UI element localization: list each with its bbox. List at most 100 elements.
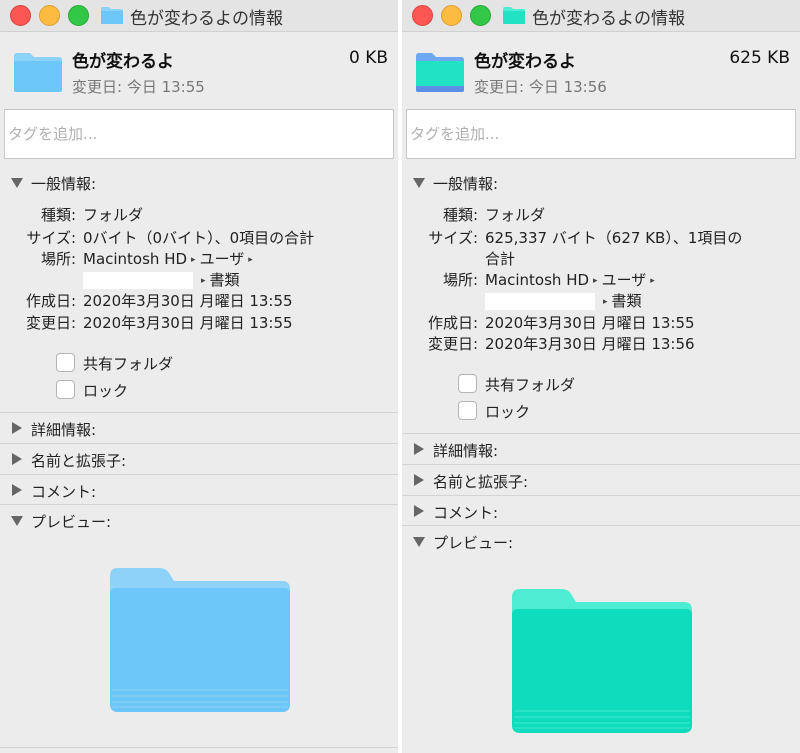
disclosure-down-icon[interactable] bbox=[11, 516, 23, 526]
info-window-right: 色が変わるよの情報 色が変わるよ 625 KB 変更日: 今日 13:56 一般… bbox=[402, 0, 800, 753]
lock-label[interactable]: ロック bbox=[83, 380, 128, 401]
disclosure-down-icon[interactable] bbox=[413, 178, 425, 188]
file-name: 色が変わるよ bbox=[474, 52, 576, 72]
folder-preview-icon bbox=[110, 568, 290, 712]
section-preview[interactable]: プレビュー: bbox=[0, 509, 398, 537]
disclosure-right-icon[interactable] bbox=[414, 505, 424, 517]
section-general[interactable]: 一般情報: bbox=[0, 171, 398, 199]
window-title: 色が変わるよの情報 bbox=[532, 9, 685, 29]
zoom-button[interactable] bbox=[470, 5, 491, 26]
disclosure-down-icon[interactable] bbox=[413, 537, 425, 547]
path-arrow-icon: ▸ bbox=[603, 296, 608, 307]
info-window-left: 色が変わるよの情報 色が変わるよ 0 KB 変更日: 今日 13:55 一般情報… bbox=[0, 0, 398, 753]
location-path-line2: ▸ 書類 bbox=[83, 269, 240, 290]
folder-icon-body bbox=[101, 11, 123, 24]
disclosure-right-icon[interactable] bbox=[12, 453, 22, 465]
divider bbox=[402, 495, 800, 496]
path-arrow-icon: ▸ bbox=[650, 275, 655, 286]
section-general-label: 一般情報: bbox=[433, 175, 499, 193]
path-arrow-icon: ▸ bbox=[593, 275, 598, 286]
kind-value: フォルダ bbox=[485, 206, 546, 224]
created-value: 2020年3月30日 月曜日 13:55 bbox=[485, 314, 695, 332]
section-general[interactable]: 一般情報: bbox=[402, 171, 800, 199]
size-label: サイズ: bbox=[26, 229, 76, 247]
title-bar[interactable]: 色が変わるよの情報 bbox=[402, 0, 800, 32]
file-modified-date: 変更日: 今日 13:55 bbox=[72, 78, 205, 96]
divider bbox=[0, 747, 398, 748]
section-name-extension[interactable]: 名前と拡張子: bbox=[0, 448, 398, 476]
created-value: 2020年3月30日 月曜日 13:55 bbox=[83, 292, 293, 310]
title-bar[interactable]: 色が変わるよの情報 bbox=[0, 0, 398, 32]
folder-icon bbox=[503, 7, 525, 24]
minimize-button[interactable] bbox=[39, 5, 60, 26]
disclosure-right-icon[interactable] bbox=[12, 422, 22, 434]
shared-folder-checkbox[interactable] bbox=[458, 374, 477, 393]
section-comments[interactable]: コメント: bbox=[0, 479, 398, 507]
zoom-button[interactable] bbox=[68, 5, 89, 26]
file-size: 625 KB bbox=[729, 48, 790, 68]
folder-preview-icon bbox=[512, 589, 692, 733]
modified-value: 2020年3月30日 月曜日 13:55 bbox=[83, 314, 293, 332]
shared-folder-label[interactable]: 共有フォルダ bbox=[485, 374, 575, 395]
close-button[interactable] bbox=[10, 5, 31, 26]
divider bbox=[402, 525, 800, 526]
file-name: 色が変わるよ bbox=[72, 52, 174, 72]
tags-input[interactable] bbox=[4, 109, 394, 159]
minimize-button[interactable] bbox=[441, 5, 462, 26]
divider bbox=[0, 412, 398, 413]
modified-value: 2020年3月30日 月曜日 13:56 bbox=[485, 335, 695, 353]
created-label: 作成日: bbox=[427, 314, 478, 332]
preview-folder-front bbox=[110, 588, 290, 712]
location-users: ユーザ bbox=[601, 271, 647, 289]
section-more-info[interactable]: 詳細情報: bbox=[0, 417, 398, 445]
path-arrow-icon: ▸ bbox=[191, 254, 196, 265]
path-arrow-icon: ▸ bbox=[248, 254, 253, 265]
section-comments[interactable]: コメント: bbox=[402, 500, 800, 528]
path-arrow-icon: ▸ bbox=[201, 275, 206, 286]
folder-icon-body bbox=[14, 61, 62, 92]
folder-icon bbox=[416, 53, 464, 92]
section-name-extension-label: 名前と拡張子: bbox=[433, 473, 529, 491]
section-name-extension[interactable]: 名前と拡張子: bbox=[402, 469, 800, 497]
section-more-info[interactable]: 詳細情報: bbox=[402, 438, 800, 466]
location-label: 場所: bbox=[40, 250, 76, 268]
shared-folder-checkbox[interactable] bbox=[56, 353, 75, 372]
divider bbox=[402, 433, 800, 434]
tags-input[interactable] bbox=[406, 109, 796, 159]
section-preview-label: プレビュー: bbox=[433, 534, 514, 552]
folder-icon bbox=[14, 53, 62, 92]
window-title: 色が変わるよの情報 bbox=[130, 9, 283, 29]
section-comments-label: コメント: bbox=[433, 504, 499, 522]
location-drive: Macintosh HD bbox=[83, 250, 188, 268]
close-button[interactable] bbox=[412, 5, 433, 26]
disclosure-down-icon[interactable] bbox=[11, 178, 23, 188]
lock-label[interactable]: ロック bbox=[485, 401, 530, 422]
location-path: Macintosh HD ▸ ユーザ ▸ bbox=[485, 269, 659, 290]
folder-icon-rim bbox=[416, 86, 464, 92]
size-value-line2: 合計 bbox=[485, 250, 516, 268]
created-label: 作成日: bbox=[25, 292, 76, 310]
location-folder: 書類 bbox=[209, 271, 240, 289]
lock-checkbox[interactable] bbox=[56, 380, 75, 399]
lock-checkbox[interactable] bbox=[458, 401, 477, 420]
file-size: 0 KB bbox=[348, 48, 388, 68]
disclosure-right-icon[interactable] bbox=[414, 474, 424, 486]
location-path-line2: ▸ 書類 bbox=[485, 290, 642, 311]
section-comments-label: コメント: bbox=[31, 483, 97, 501]
size-value: 625,337 バイト（627 KB）、1項目の bbox=[485, 229, 743, 247]
divider bbox=[0, 443, 398, 444]
modified-label: 変更日: bbox=[427, 335, 478, 353]
location-drive: Macintosh HD bbox=[485, 271, 590, 289]
section-preview[interactable]: プレビュー: bbox=[402, 530, 800, 558]
shared-folder-label[interactable]: 共有フォルダ bbox=[83, 353, 173, 374]
size-label: サイズ: bbox=[428, 229, 478, 247]
section-more-info-label: 詳細情報: bbox=[433, 442, 499, 460]
disclosure-right-icon[interactable] bbox=[414, 443, 424, 455]
folder-icon bbox=[101, 7, 123, 24]
redacted-username bbox=[485, 293, 595, 310]
kind-label: 種類: bbox=[442, 206, 478, 224]
preview-folder-front bbox=[512, 609, 692, 733]
disclosure-right-icon[interactable] bbox=[12, 484, 22, 496]
size-value: 0バイト（0バイト）、0項目の合計 bbox=[83, 229, 315, 247]
folder-icon-body bbox=[503, 11, 525, 24]
